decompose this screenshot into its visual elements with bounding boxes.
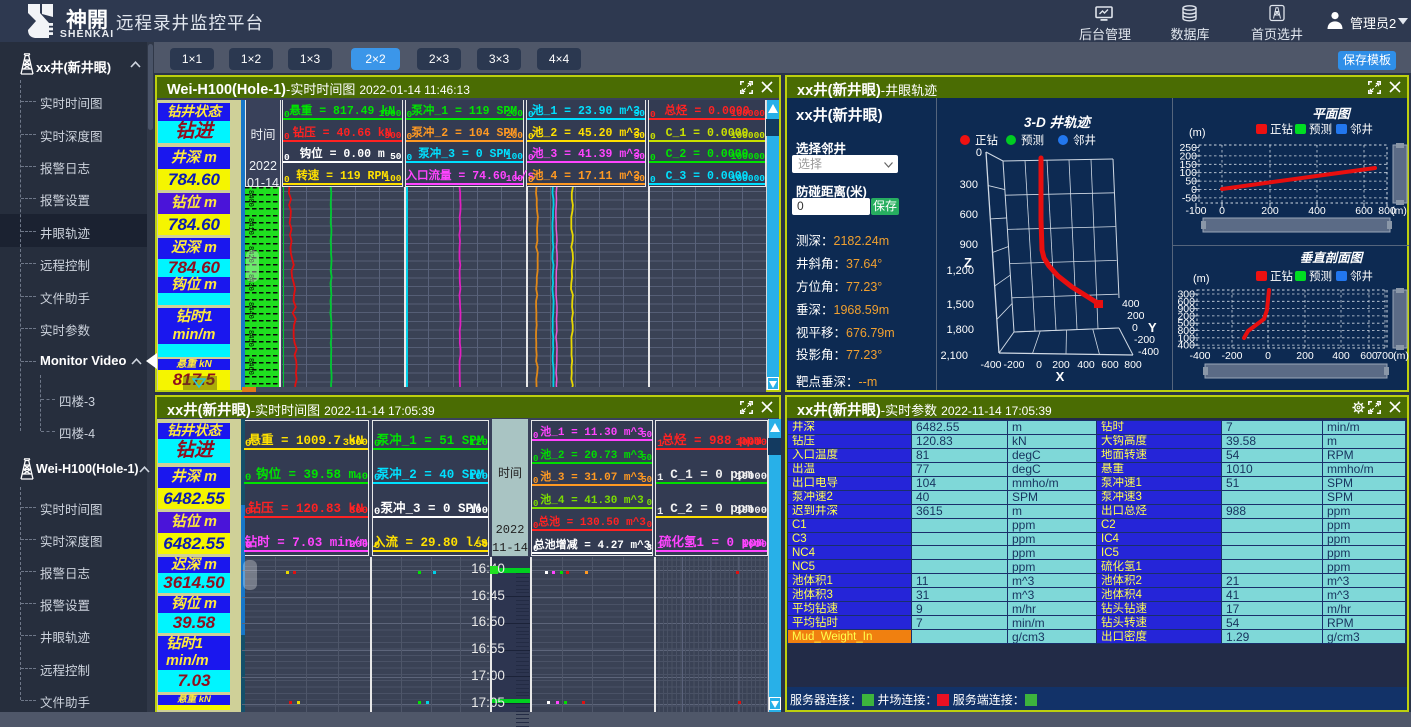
svg-text:平面图: 平面图 — [1312, 107, 1352, 121]
svg-text:600: 600 — [1101, 359, 1119, 371]
svg-text:邻井: 邻井 — [1350, 269, 1373, 283]
svg-text:正钻: 正钻 — [975, 133, 998, 147]
svg-text:邻井: 邻井 — [1350, 122, 1373, 136]
svg-text:0: 0 — [1132, 322, 1138, 334]
svg-text:预测: 预测 — [1309, 123, 1332, 136]
svg-text:1,800: 1,800 — [946, 324, 974, 336]
svg-text:200: 200 — [1127, 310, 1145, 322]
svg-text:X: X — [1056, 369, 1065, 384]
svg-text:900: 900 — [960, 239, 978, 251]
svg-text:Y: Y — [1148, 320, 1157, 335]
svg-text:Z: Z — [964, 255, 972, 270]
svg-text:800: 800 — [1124, 359, 1142, 371]
svg-text:-200: -200 — [1134, 334, 1155, 346]
svg-text:400: 400 — [1122, 298, 1140, 310]
svg-text:-200: -200 — [1221, 350, 1242, 362]
svg-text:正钻: 正钻 — [1270, 122, 1293, 136]
svg-text:1,500: 1,500 — [946, 299, 974, 311]
svg-text:600: 600 — [960, 209, 978, 221]
svg-text:(m): (m) — [1391, 205, 1407, 217]
svg-text:0: 0 — [1265, 350, 1271, 362]
svg-text:垂直剖面图: 垂直剖面图 — [1300, 251, 1365, 265]
svg-text:(m): (m) — [1393, 350, 1409, 362]
svg-text:0: 0 — [976, 147, 982, 159]
svg-text:预测: 预测 — [1309, 270, 1332, 283]
svg-text:2,100: 2,100 — [940, 350, 968, 362]
svg-text:0: 0 — [1036, 359, 1042, 371]
svg-text:-400: -400 — [1138, 346, 1159, 358]
svg-text:-400: -400 — [1189, 350, 1210, 362]
svg-text:(m): (m) — [1193, 273, 1210, 285]
svg-text:(m): (m) — [1189, 127, 1206, 139]
svg-text:300: 300 — [960, 179, 978, 191]
svg-text:3-D 井轨迹: 3-D 井轨迹 — [1024, 115, 1093, 130]
svg-text:700: 700 — [1376, 350, 1394, 362]
svg-text:邻井: 邻井 — [1073, 133, 1096, 147]
svg-text:200: 200 — [1296, 350, 1314, 362]
svg-text:400: 400 — [1332, 350, 1350, 362]
svg-text:-400: -400 — [980, 359, 1001, 371]
svg-text:-200: -200 — [1003, 359, 1024, 371]
svg-text:预测: 预测 — [1021, 134, 1044, 147]
svg-text:正钻: 正钻 — [1270, 269, 1293, 283]
svg-text:400: 400 — [1077, 359, 1095, 371]
